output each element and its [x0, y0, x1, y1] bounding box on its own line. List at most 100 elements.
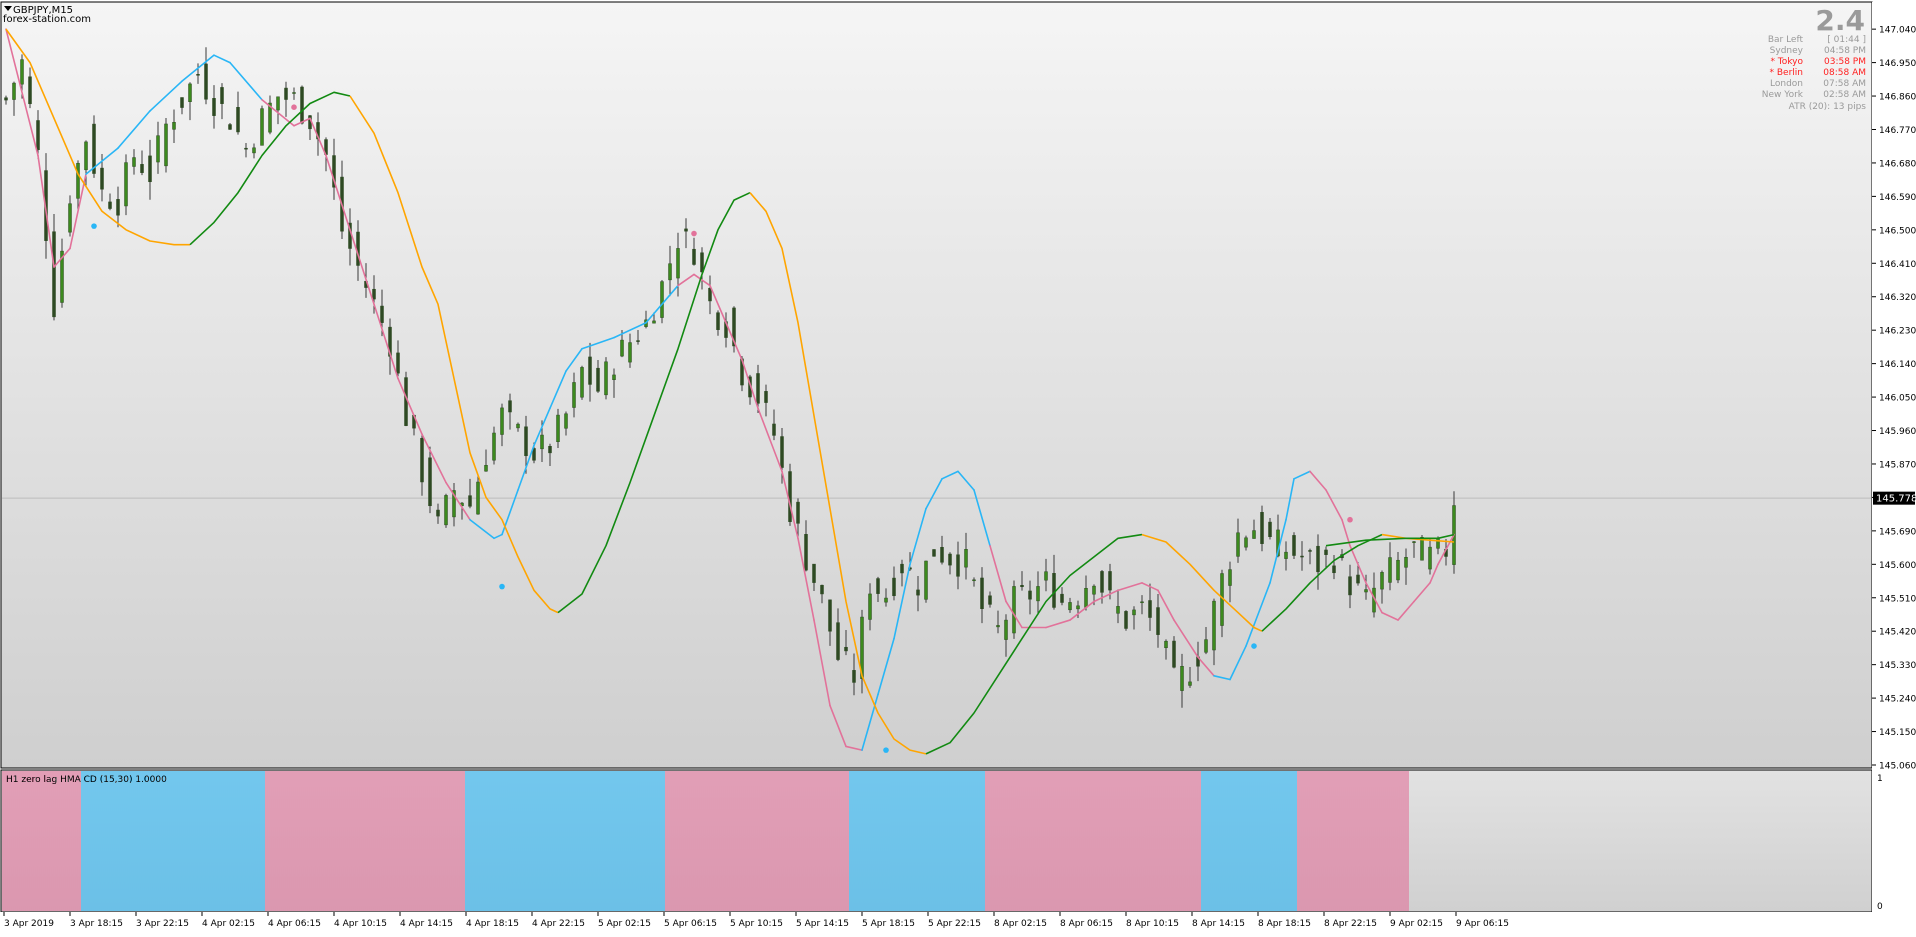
time-tick-label: 5 Apr 10:15: [730, 919, 783, 929]
candle-body: [572, 382, 576, 408]
chart-svg[interactable]: 147.040 146.950 146.860 146.770 146.680 146.5…: [0, 0, 1916, 933]
candle-body: [588, 356, 592, 385]
time-tick-label: 8 Apr 06:15: [1060, 919, 1113, 929]
time-tick-label: 5 Apr 18:15: [862, 919, 915, 929]
time-tick-label: 8 Apr 22:15: [1324, 919, 1377, 929]
chart-window[interactable]: 147.040 146.950 146.860 146.770 146.680 146.5…: [0, 0, 1916, 933]
candle-body: [1132, 609, 1136, 616]
subwindow-label: H1 zero lag HMA CD (15,30) 1.0000: [6, 775, 167, 785]
candle-body: [548, 445, 552, 454]
candle-body: [428, 457, 432, 507]
candle-body: [1244, 537, 1248, 548]
candle-body: [396, 352, 400, 374]
candle-body: [236, 107, 240, 133]
price-tick-label: 146.320: [1879, 293, 1916, 303]
candle-body: [1412, 541, 1416, 543]
candle-body: [444, 495, 448, 526]
signal-dot: [883, 747, 889, 753]
time-tick-label: 3 Apr 22:15: [136, 919, 189, 929]
price-tick-label: 145.510: [1879, 594, 1916, 604]
candle-body: [212, 98, 216, 116]
candle-body: [188, 83, 192, 102]
candle-body: [844, 646, 848, 652]
time-tick-label: 5 Apr 06:15: [664, 919, 717, 929]
candle-body: [804, 534, 808, 571]
info-row-value: 07:58 AM: [1823, 79, 1866, 89]
candle-body: [1348, 576, 1352, 596]
atr-text: ATR (20): 13 pips: [1789, 102, 1867, 112]
candle-body: [764, 391, 768, 403]
candle-body: [196, 74, 200, 76]
candle-body: [1388, 557, 1392, 583]
time-tick-label: 4 Apr 18:15: [466, 919, 519, 929]
candle-body: [700, 252, 704, 273]
candle-body: [36, 120, 40, 151]
candle-body: [204, 63, 208, 100]
info-row-label: New York: [1762, 90, 1804, 100]
candle-body: [516, 423, 520, 429]
candle-body: [676, 248, 680, 279]
time-tick-label: 8 Apr 10:15: [1126, 919, 1179, 929]
candle-body: [772, 423, 776, 436]
current-price-tag: 145.778: [1873, 491, 1916, 505]
candle-body: [932, 549, 936, 557]
candle-body: [1084, 587, 1088, 608]
signal-dot: [499, 583, 505, 590]
time-tick-label: 8 Apr 14:15: [1192, 919, 1245, 929]
candle-body: [1172, 640, 1176, 668]
candle-body: [1252, 530, 1256, 539]
candle-body: [756, 373, 760, 404]
candle-body: [380, 305, 384, 323]
main-plot-area: [0, 1, 1873, 769]
subwindow-axis-top: 1: [1877, 774, 1883, 784]
price-tick-label: 146.680: [1879, 159, 1916, 169]
candle-body: [492, 432, 496, 461]
candle-body: [156, 135, 160, 163]
info-row-label: * Tokyo: [1770, 57, 1803, 67]
candle-body: [948, 553, 952, 566]
candle-body: [1420, 537, 1424, 561]
candle-body: [668, 263, 672, 281]
info-row-value: 03:58 PM: [1824, 57, 1866, 67]
candle-body: [988, 595, 992, 605]
time-tick-label: 5 Apr 14:15: [796, 919, 849, 929]
candle-body: [868, 593, 872, 620]
candle-body: [164, 123, 168, 167]
price-tick-label: 146.500: [1879, 226, 1916, 236]
candle-body: [276, 96, 280, 111]
candle-body: [836, 622, 840, 660]
candle-body: [796, 501, 800, 524]
price-tick-label: 146.140: [1879, 360, 1916, 370]
info-row-value: [ 01:44 ]: [1827, 35, 1866, 45]
price-tick-label: 145.060: [1879, 762, 1916, 772]
candle-body: [1260, 512, 1264, 544]
time-tick-label: 9 Apr 06:15: [1456, 919, 1509, 929]
candle-body: [1100, 571, 1104, 593]
price-tick-label: 146.590: [1879, 193, 1916, 203]
candle-body: [636, 340, 640, 342]
signal-dot: [1347, 516, 1353, 523]
info-row-label: Sydney: [1770, 46, 1804, 56]
candle-body: [604, 361, 608, 396]
candle-body: [420, 438, 424, 483]
signal-dot: [91, 223, 97, 229]
candle-body: [132, 157, 136, 167]
candle-body: [1364, 589, 1368, 593]
candle-body: [1124, 611, 1128, 629]
candle-body: [660, 281, 664, 318]
price-tick-label: 145.330: [1879, 661, 1916, 671]
candle-body: [564, 413, 568, 429]
candle-body: [820, 584, 824, 595]
price-tick-label: 146.860: [1879, 93, 1916, 103]
candle-body: [684, 228, 688, 232]
candle-body: [964, 549, 968, 568]
candle-body: [1004, 619, 1008, 640]
candle-body: [1380, 572, 1384, 590]
candle-body: [76, 162, 80, 199]
candle-body: [260, 108, 264, 146]
candle-body: [404, 377, 408, 426]
candle-body: [924, 560, 928, 600]
candle-body: [436, 509, 440, 517]
candle-body: [1436, 537, 1440, 549]
candle-body: [284, 87, 288, 100]
